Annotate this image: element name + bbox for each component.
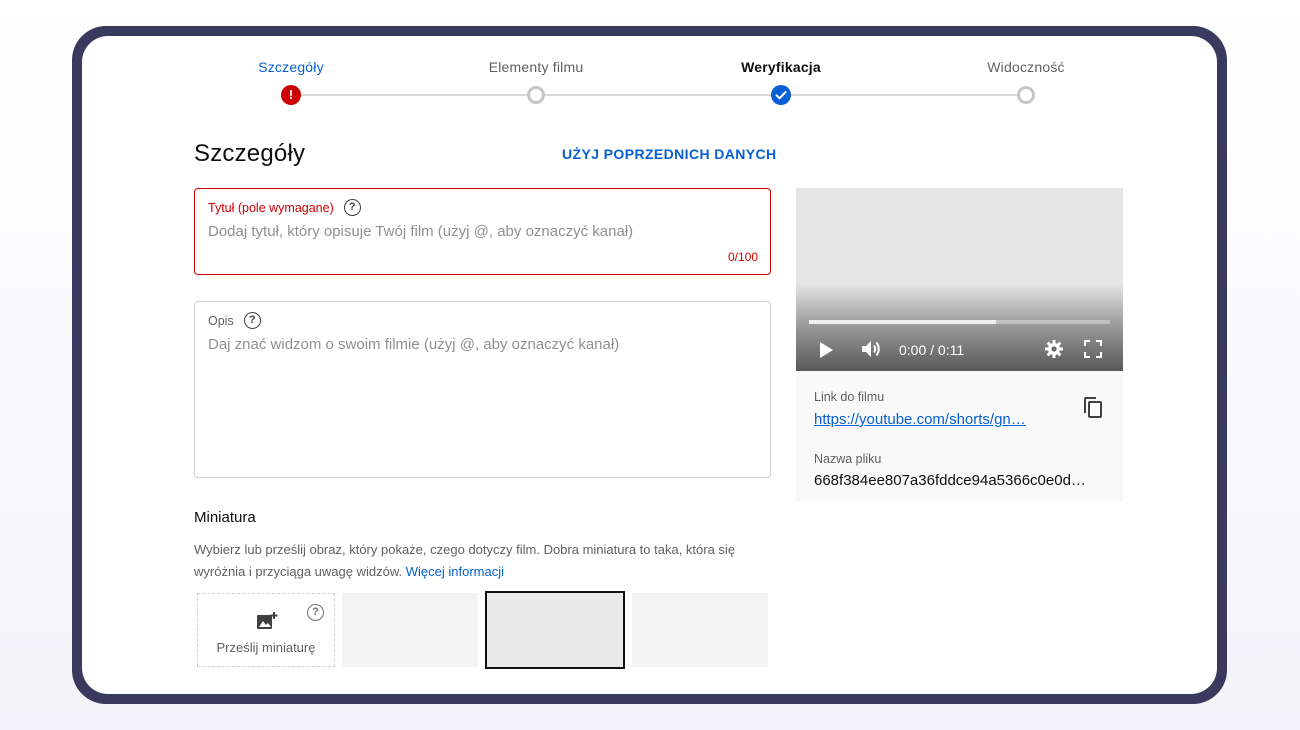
upload-thumbnail-button[interactable]: ? Prześlij miniaturę (197, 593, 335, 667)
reuse-details-button[interactable]: UŻYJ POPRZEDNICH DANYCH (562, 146, 777, 162)
help-icon[interactable]: ? (243, 312, 261, 329)
title-field-label-text: Tytuł (pole wymagane) (208, 200, 334, 215)
upload-stepper: Szczegóły Elementy filmu Weryfikacja Wid… (82, 36, 1217, 126)
description-field-label-text: Opis (208, 313, 234, 328)
step-label-video-elements[interactable]: Elementy filmu (489, 59, 584, 75)
filename-value: 668f384ee807a36fddce94a5366c0e0d… (814, 472, 1086, 489)
stepper-line (535, 94, 781, 96)
upload-thumbnail-label: Prześlij miniaturę (216, 640, 316, 655)
thumbnail-option-selected[interactable] (485, 591, 625, 669)
play-icon[interactable] (820, 342, 833, 358)
thumbnail-section-description: Wybierz lub prześlij obraz, który pokaże… (194, 539, 764, 583)
step-label-details[interactable]: Szczegóły (258, 59, 324, 75)
stepper-line (781, 94, 1026, 96)
thumbnail-section-title: Miniatura (194, 509, 256, 526)
video-time: 0:00 / 0:11 (899, 342, 965, 358)
copy-icon[interactable] (1082, 396, 1104, 420)
step-label-visibility[interactable]: Widoczność (987, 59, 1064, 75)
step-label-checks[interactable]: Weryfikacja (741, 59, 821, 75)
page-title: Szczegóły (194, 140, 306, 167)
step-error-icon[interactable]: ! (281, 85, 301, 105)
video-progress-fill (809, 320, 996, 324)
more-info-link[interactable]: Więcej informacji (406, 564, 504, 579)
help-icon[interactable]: ? (307, 604, 324, 621)
add-image-icon (257, 612, 278, 629)
title-field[interactable]: Tytuł (pole wymagane) ? Dodaj tytuł, któ… (194, 188, 771, 275)
stepper-line (291, 94, 535, 96)
title-char-counter: 0/100 (727, 250, 758, 264)
video-link[interactable]: https://youtube.com/shorts/gn… (814, 411, 1054, 428)
video-preview-panel: 0:00 / 0:11 Link do filmu https://youtub… (796, 188, 1123, 502)
fullscreen-icon[interactable] (1084, 340, 1102, 358)
video-player[interactable]: 0:00 / 0:11 (796, 188, 1123, 371)
gear-icon[interactable] (1044, 339, 1064, 359)
filename-label: Nazwa pliku (814, 452, 882, 466)
help-icon[interactable]: ? (343, 199, 361, 216)
step-empty-icon[interactable] (1017, 86, 1035, 104)
video-link-label: Link do filmu (814, 390, 885, 404)
step-empty-icon[interactable] (527, 86, 545, 104)
volume-icon[interactable] (860, 339, 882, 359)
title-field-placeholder: Dodaj tytuł, który opisuje Twój film (uż… (208, 223, 634, 240)
video-progress-bar[interactable] (809, 320, 1110, 324)
title-field-label: Tytuł (pole wymagane) ? (208, 199, 361, 216)
upload-dialog: Szczegóły Elementy filmu Weryfikacja Wid… (82, 36, 1217, 694)
thumbnail-option[interactable] (342, 593, 478, 667)
thumbnail-option[interactable] (632, 593, 768, 667)
description-field-label: Opis ? (208, 312, 261, 329)
description-field[interactable]: Opis ? Daj znać widzom o swoim filmie (u… (194, 301, 771, 478)
description-field-placeholder: Daj znać widzom o swoim filmie (użyj @, … (208, 336, 620, 353)
step-check-icon[interactable] (771, 85, 791, 105)
